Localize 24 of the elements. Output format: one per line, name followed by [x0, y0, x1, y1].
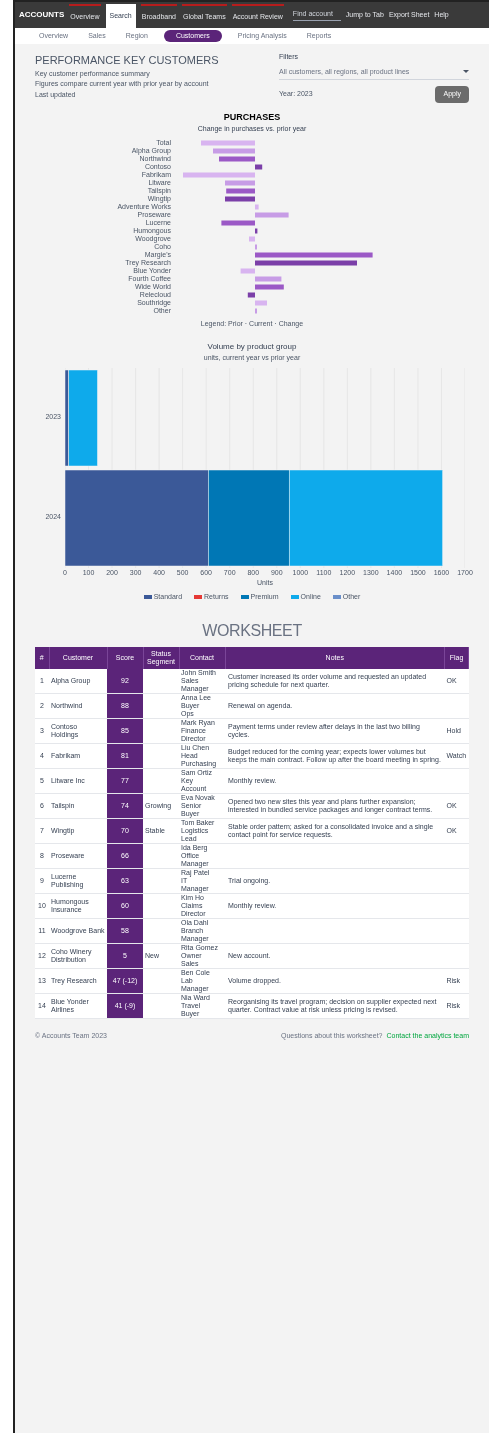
bar — [219, 156, 255, 161]
bar — [255, 212, 289, 217]
dropdown-caret-icon — [463, 70, 469, 74]
bar — [255, 228, 258, 233]
logo[interactable]: ACCOUNTS — [19, 9, 65, 21]
bar — [249, 236, 255, 241]
bar — [255, 300, 267, 305]
bar — [255, 164, 263, 169]
bar — [213, 148, 255, 153]
bar — [201, 140, 255, 145]
bar — [183, 172, 255, 177]
bar — [240, 268, 255, 273]
bar — [255, 204, 259, 209]
bar — [255, 276, 282, 281]
chart-title: PURCHASES — [223, 110, 281, 124]
bar — [225, 180, 255, 185]
bar — [225, 196, 255, 201]
bar — [247, 292, 255, 297]
page-title: PERFORMANCE KEY CUSTOMERS — [35, 53, 219, 68]
section-title: WORKSHEET — [202, 620, 302, 641]
bar — [221, 220, 255, 225]
bar — [255, 284, 284, 289]
chart-title: Volume by product group — [207, 341, 297, 353]
bar — [226, 188, 255, 193]
